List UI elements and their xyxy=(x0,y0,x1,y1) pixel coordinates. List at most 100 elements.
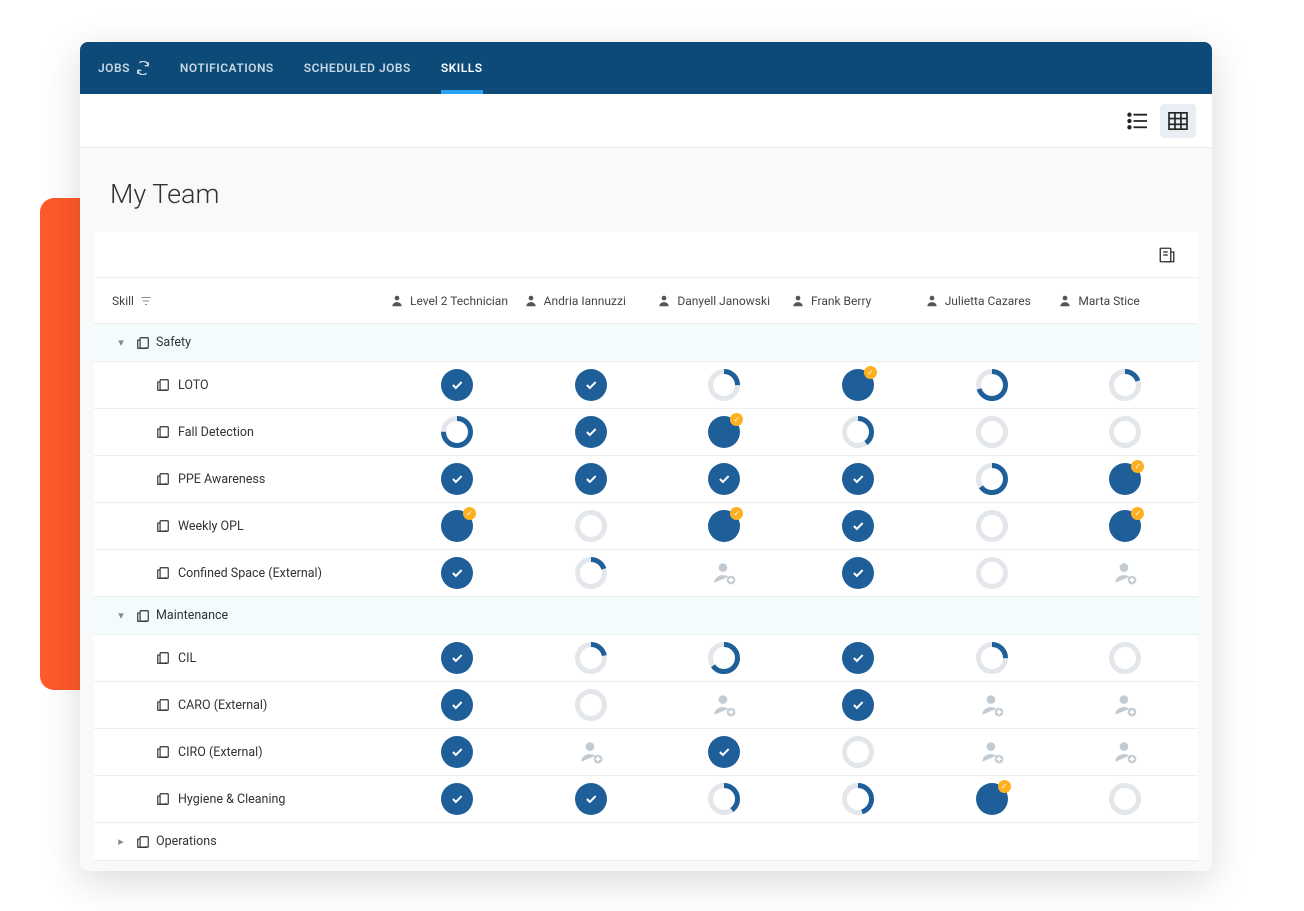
column-header-person[interactable]: Julietta Cazares xyxy=(925,294,1059,308)
status-progress-icon[interactable] xyxy=(1109,783,1141,815)
status-complete-badged-icon[interactable] xyxy=(842,369,874,401)
status-complete-badged-icon[interactable] xyxy=(441,510,473,542)
status-complete-badged-icon[interactable] xyxy=(1109,463,1141,495)
skill-icon xyxy=(156,566,170,580)
skill-cell xyxy=(791,783,925,815)
status-progress-icon[interactable] xyxy=(976,463,1008,495)
export-icon[interactable] xyxy=(1158,246,1176,264)
status-complete-icon[interactable] xyxy=(575,369,607,401)
tab-jobs[interactable]: JOBS xyxy=(98,42,150,94)
status-progress-icon[interactable] xyxy=(708,369,740,401)
status-progress-icon[interactable] xyxy=(575,689,607,721)
status-progress-icon[interactable] xyxy=(575,557,607,589)
status-complete-icon[interactable] xyxy=(842,689,874,721)
status-complete-icon[interactable] xyxy=(842,557,874,589)
status-complete-icon[interactable] xyxy=(842,463,874,495)
grid-view-button[interactable] xyxy=(1160,104,1196,138)
status-complete-icon[interactable] xyxy=(575,416,607,448)
skill-cell xyxy=(791,642,925,674)
status-progress-icon[interactable] xyxy=(1109,642,1141,674)
assign-user-icon[interactable] xyxy=(711,692,737,718)
assign-user-icon[interactable] xyxy=(1112,692,1138,718)
skill-cell xyxy=(1058,783,1192,815)
status-progress-icon[interactable] xyxy=(976,642,1008,674)
skill-label: Weekly OPL xyxy=(178,519,244,534)
skill-icon xyxy=(156,651,170,665)
skill-cell xyxy=(524,739,658,765)
person-icon xyxy=(1058,294,1072,308)
group-label: Maintenance xyxy=(156,608,228,623)
assign-user-icon[interactable] xyxy=(1112,560,1138,586)
group-row[interactable]: ▸ Operations xyxy=(94,823,1198,861)
status-progress-icon[interactable] xyxy=(842,783,874,815)
column-header-person[interactable]: Marta Stice xyxy=(1058,294,1192,308)
assign-user-icon[interactable] xyxy=(979,692,1005,718)
skill-cell xyxy=(791,689,925,721)
skill-icon xyxy=(156,472,170,486)
status-complete-icon[interactable] xyxy=(441,557,473,589)
skill-cell xyxy=(1058,369,1192,401)
column-header-skill[interactable]: Skill xyxy=(100,294,390,308)
status-complete-icon[interactable] xyxy=(441,369,473,401)
column-header-person[interactable]: Andria Iannuzzi xyxy=(524,294,658,308)
status-complete-icon[interactable] xyxy=(842,642,874,674)
group-row[interactable]: ▾ Maintenance xyxy=(94,597,1198,635)
status-progress-icon[interactable] xyxy=(976,369,1008,401)
status-progress-icon[interactable] xyxy=(842,416,874,448)
status-progress-icon[interactable] xyxy=(842,736,874,768)
assign-user-icon[interactable] xyxy=(711,560,737,586)
assign-user-icon[interactable] xyxy=(578,739,604,765)
status-progress-icon[interactable] xyxy=(1109,416,1141,448)
tab-label: SCHEDULED JOBS xyxy=(304,61,411,75)
tab-skills[interactable]: SKILLS xyxy=(441,42,483,94)
skill-cell xyxy=(524,783,658,815)
grid-icon xyxy=(1168,112,1188,130)
filter-icon xyxy=(140,295,152,307)
skill-cell xyxy=(925,642,1059,674)
list-view-button[interactable] xyxy=(1120,104,1156,138)
status-complete-icon[interactable] xyxy=(842,510,874,542)
status-progress-icon[interactable] xyxy=(708,783,740,815)
tab-scheduled-jobs[interactable]: SCHEDULED JOBS xyxy=(304,42,411,94)
status-progress-icon[interactable] xyxy=(441,416,473,448)
column-header-person[interactable]: Level 2 Technician xyxy=(390,294,524,308)
skill-cell xyxy=(925,783,1059,815)
category-icon xyxy=(136,835,150,849)
status-progress-icon[interactable] xyxy=(976,416,1008,448)
chevron-down-icon: ▾ xyxy=(112,336,130,349)
status-progress-icon[interactable] xyxy=(976,510,1008,542)
assign-user-icon[interactable] xyxy=(1112,739,1138,765)
status-complete-icon[interactable] xyxy=(708,736,740,768)
assign-user-icon[interactable] xyxy=(979,739,1005,765)
column-header-person[interactable]: Danyell Janowski xyxy=(657,294,791,308)
group-row[interactable]: ▾ Safety xyxy=(94,324,1198,362)
status-progress-icon[interactable] xyxy=(575,510,607,542)
status-complete-icon[interactable] xyxy=(441,736,473,768)
skill-cell xyxy=(925,557,1059,589)
status-complete-icon[interactable] xyxy=(441,642,473,674)
status-progress-icon[interactable] xyxy=(1109,369,1141,401)
status-complete-icon[interactable] xyxy=(441,463,473,495)
status-progress-icon[interactable] xyxy=(976,557,1008,589)
column-header-label: Andria Iannuzzi xyxy=(544,294,626,308)
tab-notifications[interactable]: NOTIFICATIONS xyxy=(180,42,274,94)
skill-cell xyxy=(1058,739,1192,765)
skill-row: CIRO (External) xyxy=(94,729,1198,776)
column-header-person[interactable]: Frank Berry xyxy=(791,294,925,308)
status-progress-icon[interactable] xyxy=(708,642,740,674)
skill-label: LOTO xyxy=(178,378,209,393)
skill-cell xyxy=(390,689,524,721)
status-complete-badged-icon[interactable] xyxy=(708,416,740,448)
status-complete-icon[interactable] xyxy=(708,463,740,495)
status-complete-icon[interactable] xyxy=(575,783,607,815)
skill-cell xyxy=(390,369,524,401)
status-complete-badged-icon[interactable] xyxy=(708,510,740,542)
skill-cell xyxy=(390,557,524,589)
status-progress-icon[interactable] xyxy=(575,642,607,674)
status-complete-badged-icon[interactable] xyxy=(976,783,1008,815)
status-complete-icon[interactable] xyxy=(575,463,607,495)
skill-label: CIL xyxy=(178,651,196,666)
status-complete-icon[interactable] xyxy=(441,689,473,721)
status-complete-icon[interactable] xyxy=(441,783,473,815)
status-complete-badged-icon[interactable] xyxy=(1109,510,1141,542)
